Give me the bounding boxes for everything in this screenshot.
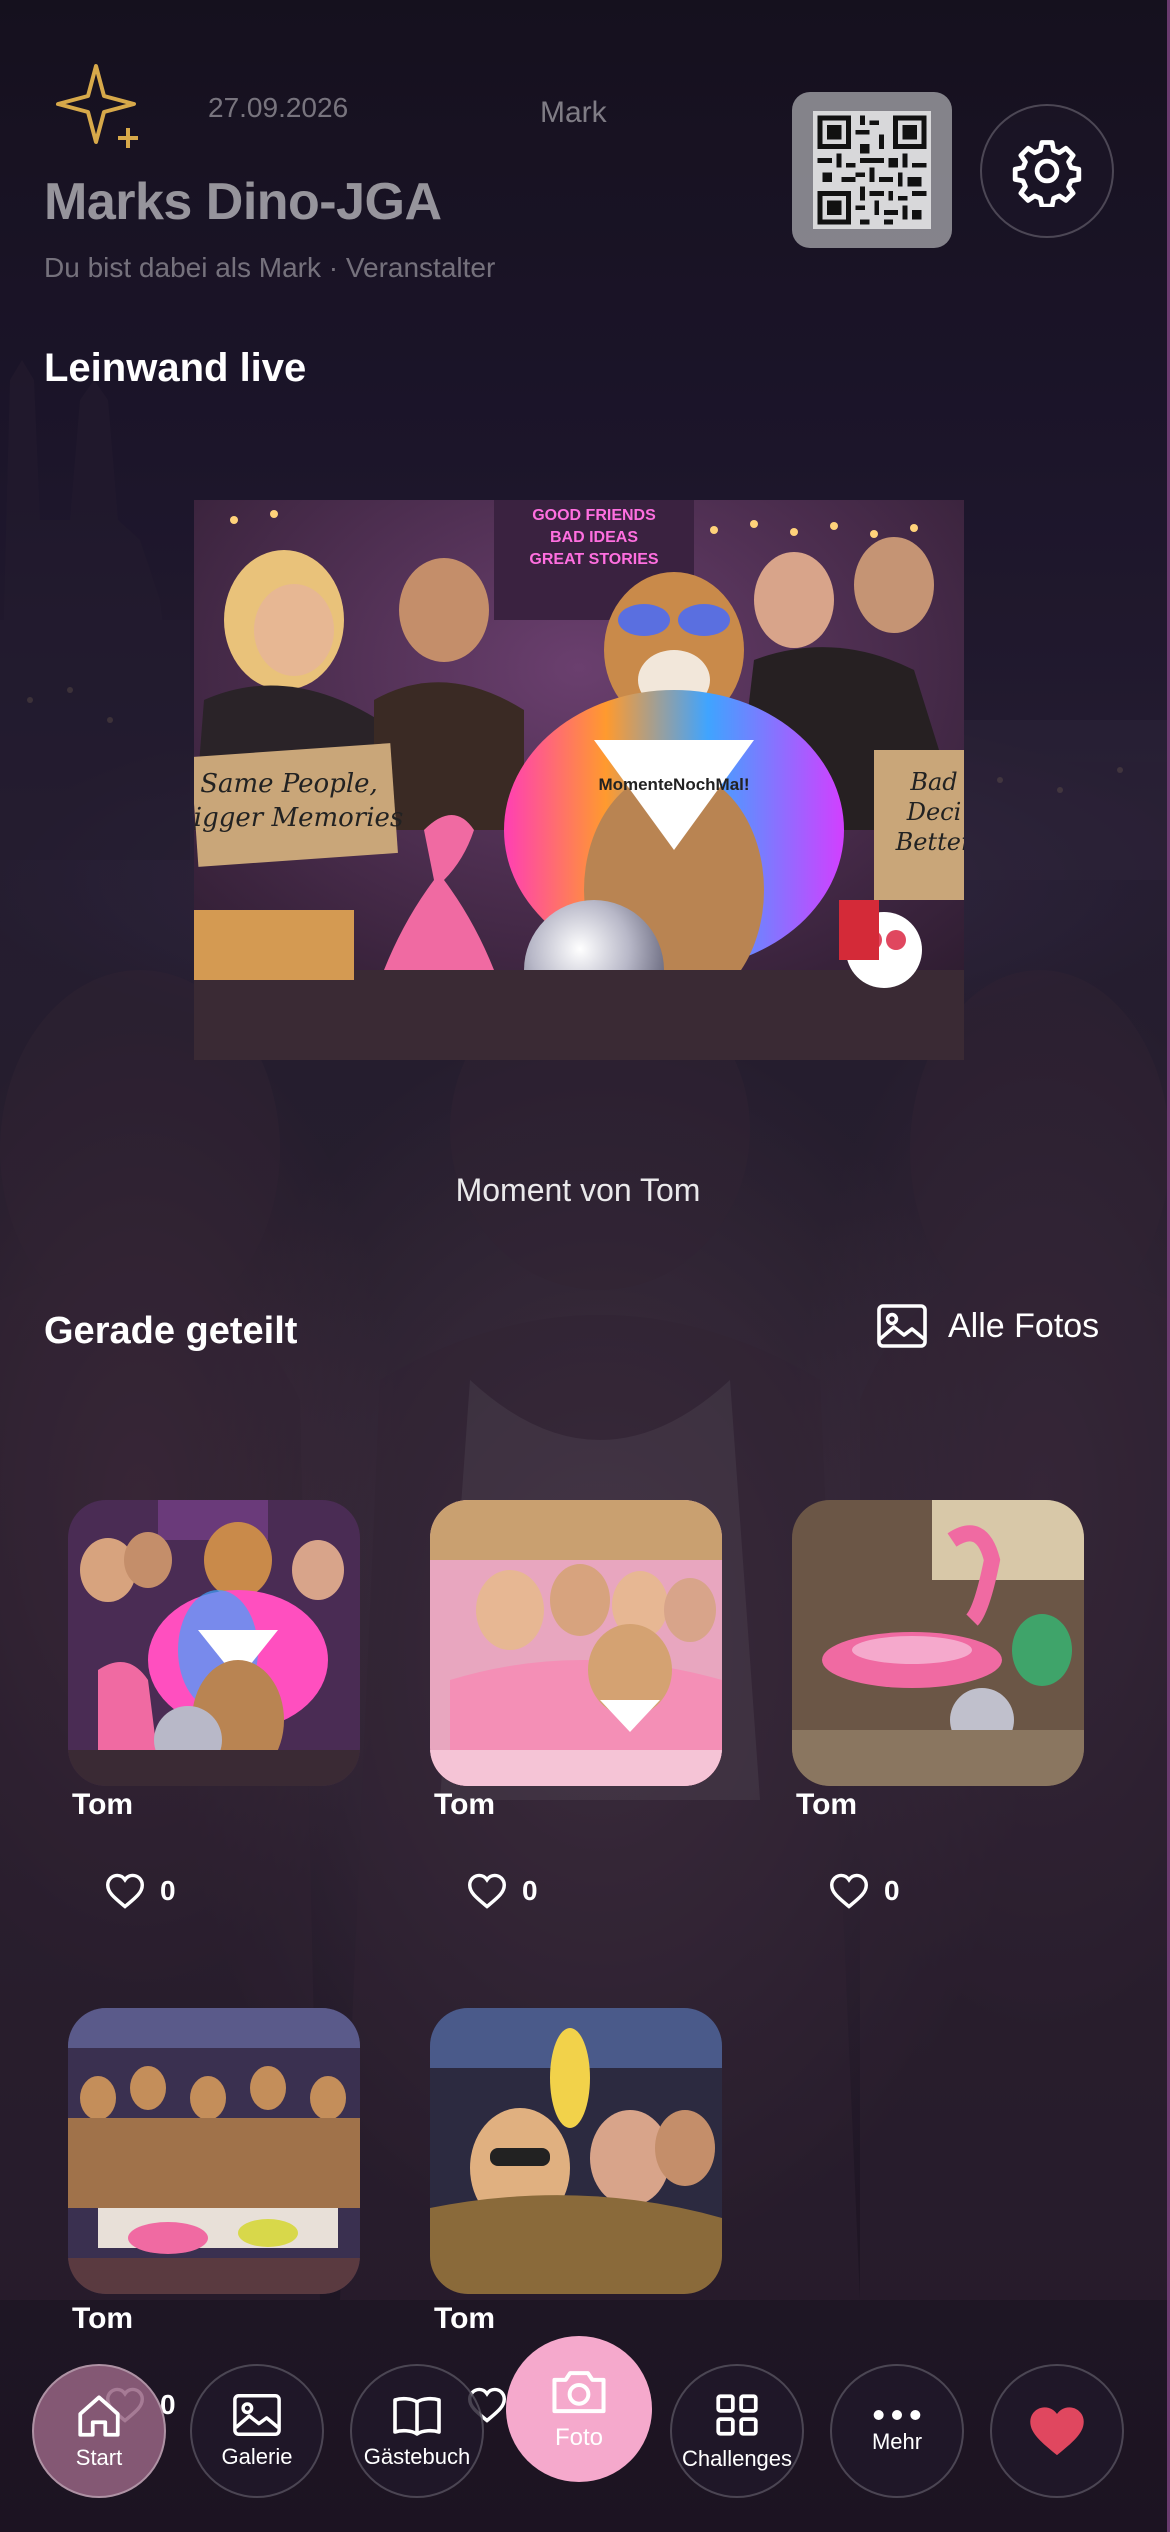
like-button[interactable]: 0 [104,1872,176,1910]
photo-tile[interactable] [792,1500,1084,1786]
neon-sign-line: BAD IDEAS [550,529,638,546]
more-icon [873,2410,921,2420]
nav-label: Mehr [871,2429,923,2454]
nav-foto-button[interactable]: Foto [506,2336,652,2482]
gear-icon [1012,140,1082,207]
image-icon [233,2394,281,2436]
photo-tile[interactable] [68,2008,360,2294]
photo-author: Tom [434,1788,496,1821]
photo-thumbnail [68,2008,360,2294]
photo-thumbnail [430,1500,722,1786]
live-photo[interactable]: GOOD FRIENDS BAD IDEAS GREAT STORIES Mom… [194,500,964,1060]
nav-label: Challenges [681,2446,793,2471]
photo-tile[interactable] [430,1500,722,1786]
grid-icon [716,2394,758,2436]
nav-label: Start [75,2445,123,2470]
like-button[interactable]: 0 [466,1872,538,1910]
neon-sign-line: GOOD FRIENDS [532,507,656,524]
nav-label: Galerie [221,2444,293,2469]
qr-code-icon [813,111,931,229]
all-photos-button[interactable]: Alle Fotos [876,1298,1099,1354]
heart-icon [1030,2407,1084,2456]
bandana-text: MomenteNochMal! [598,775,749,794]
like-count: 0 [160,1875,176,1906]
photo-thumbnail [792,1500,1084,1786]
nav-galerie[interactable]: Galerie [190,2364,324,2498]
like-count: 0 [884,1875,900,1906]
nav-challenges[interactable]: Challenges [670,2364,804,2498]
heart-outline-icon [105,1873,145,1909]
heart-outline-icon [829,1873,869,1909]
settings-button[interactable] [980,104,1114,238]
cardboard-sign-line: Same People, [200,769,378,799]
photo-thumbnail [430,2008,722,2294]
nav-mehr[interactable]: Mehr [830,2364,964,2498]
photo-author: Tom [796,1788,858,1821]
page-title: Marks Dino-JGA [44,173,442,231]
heart-outline-icon [467,1873,507,1909]
like-button[interactable]: 0 [828,1872,900,1910]
all-photos-label: Alle Fotos [948,1306,1100,1345]
live-photo-caption: Moment von Tom [455,1172,701,1208]
nav-label: Foto [554,2424,604,2451]
photo-tile[interactable] [68,1500,360,1786]
photo-author: Tom [434,2302,496,2335]
nav-start[interactable]: Start [32,2364,166,2498]
photo-author: Tom [72,2302,134,2335]
cardboard-sign-line: Deci [906,798,962,826]
book-icon [393,2396,441,2436]
cardboard-sign-line: Better [895,828,964,856]
like-count: 0 [522,1875,538,1906]
qr-code-button[interactable] [792,92,952,248]
camera-icon [552,2371,606,2414]
photo-tile[interactable] [430,2008,722,2294]
cardboard-sign-line: Bad [909,768,957,796]
photo-thumbnail [68,1500,360,1786]
event-date: 27.09.2026 [208,92,349,123]
sparkle-icon [52,60,144,152]
nav-label: Gästebuch [363,2444,471,2469]
nav-favorite-button[interactable] [990,2364,1124,2498]
nav-gaestebuch[interactable]: Gästebuch [350,2364,484,2498]
section-heading-shared: Gerade geteilt [44,1310,298,1352]
cardboard-sign-line: Bigger Memories [194,803,403,833]
photo-author: Tom [72,1788,134,1821]
home-icon [78,2395,120,2437]
page-subtitle: Du bist dabei als Mark · Veranstalter [44,252,496,283]
party-dog-photo: GOOD FRIENDS BAD IDEAS GREAT STORIES Mom… [194,500,964,1060]
event-host: Mark [540,96,607,129]
neon-sign-line: GREAT STORIES [529,551,659,568]
image-icon [877,1304,927,1348]
section-heading-live: Leinwand live [44,346,307,390]
